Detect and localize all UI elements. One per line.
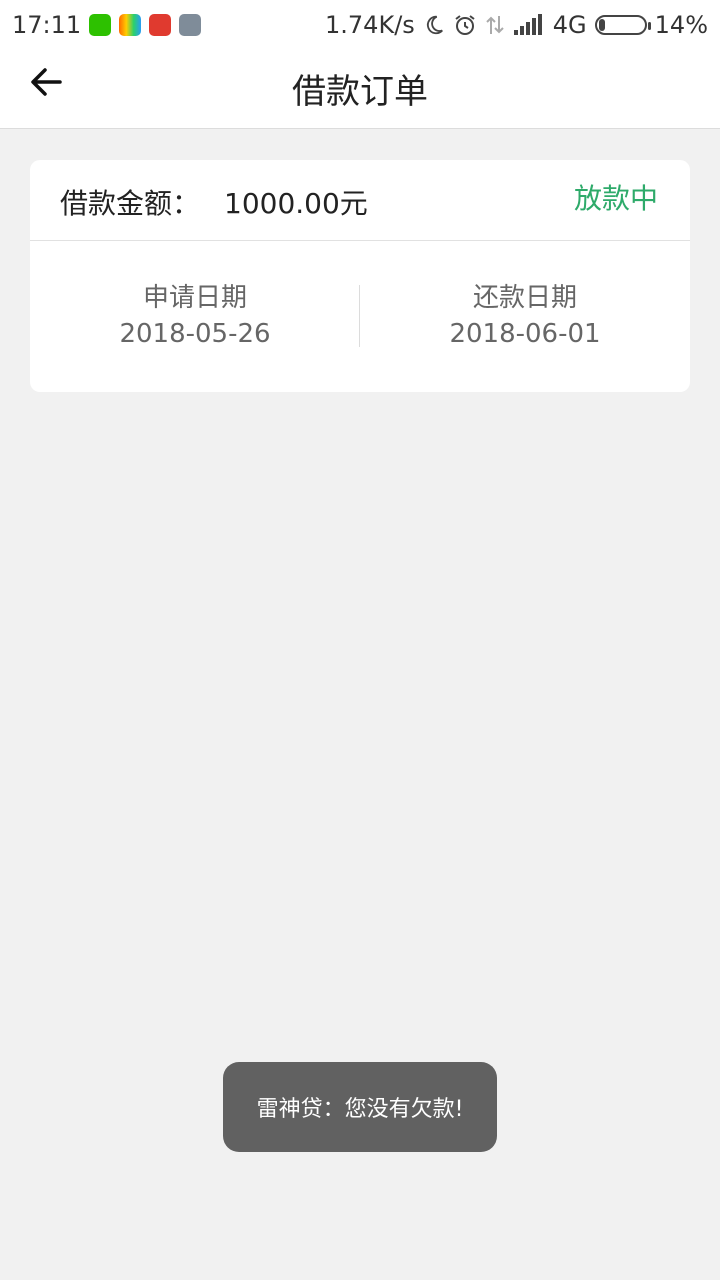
app-icon-notes: [179, 14, 202, 36]
signal-icon: [513, 14, 545, 36]
battery-percent: 14%: [654, 11, 708, 39]
network-type: 4G: [552, 11, 587, 39]
repay-date-block: 还款日期 2018-06-01: [360, 281, 690, 353]
net-speed: 1.74K/s: [325, 11, 415, 39]
page-title: 借款订单: [292, 72, 428, 112]
app-icon-smile: [119, 14, 142, 36]
toast-message: 雷神贷：您没有欠款!: [223, 1062, 497, 1152]
status-bar: 17:11 1.74K/s 4G 14%: [0, 0, 720, 50]
data-arrows-icon: [485, 14, 505, 36]
app-icon-red: [149, 14, 172, 36]
order-card-header: 借款金额： 1000.00元 放款中: [30, 160, 690, 241]
apply-date-label: 申请日期: [142, 283, 247, 313]
amount-label: 借款金额：: [60, 187, 201, 220]
battery-icon: [594, 15, 651, 35]
status-time: 17:11: [12, 11, 82, 39]
wechat-icon: [89, 14, 112, 36]
order-card-body: 申请日期 2018-05-26 还款日期 2018-06-01: [30, 241, 690, 392]
apply-date-value: 2018-05-26: [119, 319, 271, 349]
repay-date-label: 还款日期: [472, 283, 577, 313]
moon-icon: [423, 14, 445, 36]
title-bar: 借款订单: [0, 50, 720, 129]
apply-date-block: 申请日期 2018-05-26: [30, 281, 360, 353]
alarm-icon: [453, 13, 477, 37]
order-card[interactable]: 借款金额： 1000.00元 放款中 申请日期 2018-05-26 还款日期 …: [30, 160, 690, 392]
status-badge: 放款中: [573, 182, 658, 215]
amount-value: 1000.00元: [224, 187, 368, 220]
repay-date-value: 2018-06-01: [449, 319, 601, 349]
